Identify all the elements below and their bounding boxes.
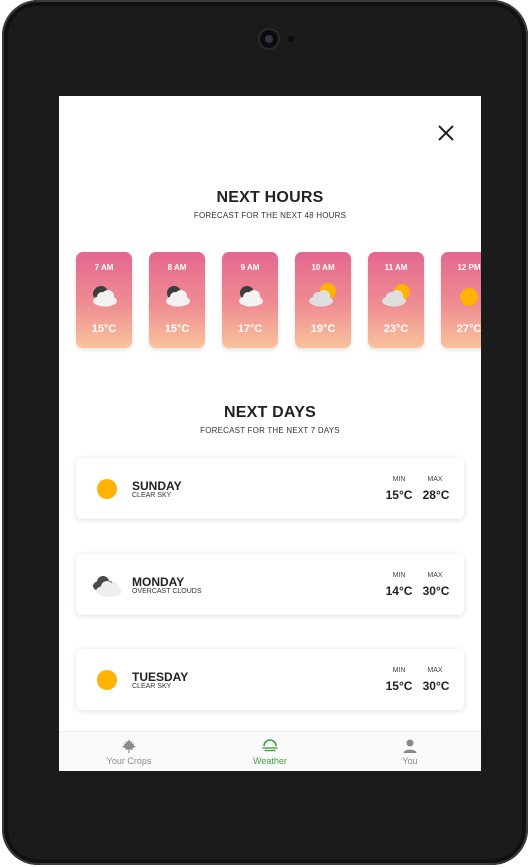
sun-icon — [97, 670, 117, 690]
next-days-title: NEXT DAYS — [224, 404, 316, 421]
next-hours-title: NEXT HOURS — [216, 189, 324, 206]
hour-time: 9 AM — [240, 263, 260, 272]
min-temp: 15°C — [385, 679, 413, 693]
hour-time: 12 PM — [457, 263, 481, 272]
bottom-navigation: Your Crops Weather You — [59, 731, 481, 771]
partly-cloudy-icon — [382, 284, 410, 307]
tablet-frame: NEXT HOURS FORECAST FOR THE NEXT 48 HOUR… — [2, 0, 528, 865]
cloudy-night-icon — [166, 286, 190, 307]
nav-item-you[interactable]: You — [340, 732, 480, 771]
nav-item-your-crops[interactable]: Your Crops — [59, 732, 199, 771]
max-temp: 30°C — [422, 679, 450, 693]
day-card-tuesday[interactable]: TUESDAY CLEAR SKY MIN MAX 15°C 30°C — [76, 649, 464, 710]
hour-temp: 15°C — [164, 323, 190, 335]
min-label: MIN — [392, 476, 406, 483]
hour-card[interactable]: 10 AM 19°C — [295, 252, 351, 348]
hour-card[interactable]: 12 PM 27°C — [441, 252, 481, 348]
max-temp: 28°C — [422, 488, 450, 502]
partly-cloudy-icon — [309, 283, 336, 307]
app-screen: NEXT HOURS FORECAST FOR THE NEXT 48 HOUR… — [59, 96, 481, 771]
sensor-dot — [288, 36, 294, 42]
hour-time: 7 AM — [94, 263, 114, 272]
cloudy-night-icon — [239, 286, 263, 307]
nav-label: You — [402, 756, 418, 766]
hour-card[interactable]: 8 AM 15°C — [149, 252, 205, 348]
hour-card[interactable]: 11 AM 23°C — [368, 252, 424, 348]
hour-time: 11 AM — [384, 263, 408, 272]
max-label: MAX — [427, 572, 443, 579]
nav-label: Your Crops — [106, 756, 152, 766]
cloudy-night-icon — [92, 286, 117, 307]
max-label: MAX — [427, 667, 443, 674]
day-card-monday[interactable]: MONDAY OVERCAST CLOUDS MIN MAX 14°C 30°C — [76, 554, 464, 615]
next-days-subtitle: FORECAST FOR THE NEXT 7 DAYS — [200, 426, 340, 435]
day-name: TUESDAY — [132, 670, 189, 684]
next-hours-subtitle: FORECAST FOR THE NEXT 48 HOURS — [193, 211, 347, 220]
min-temp: 14°C — [385, 584, 413, 598]
hour-temp: 17°C — [237, 323, 263, 335]
hour-temp: 27°C — [456, 323, 481, 335]
close-icon[interactable] — [435, 122, 457, 144]
sun-icon — [97, 479, 117, 499]
hour-temp: 15°C — [91, 323, 117, 335]
min-label: MIN — [392, 667, 406, 674]
hour-card[interactable]: 9 AM 17°C — [222, 252, 278, 348]
day-description: CLEAR SKY — [132, 492, 172, 499]
day-name: MONDAY — [132, 575, 185, 589]
person-icon — [403, 739, 417, 753]
hour-time: 10 AM — [311, 263, 335, 272]
day-description: CLEAR SKY — [132, 683, 172, 690]
overcast-clouds-icon — [93, 576, 122, 597]
sun-icon — [460, 288, 478, 306]
day-card-sunday[interactable]: SUNDAY CLEAR SKY MIN MAX 15°C 28°C — [76, 458, 464, 519]
maple-leaf-icon — [122, 739, 136, 753]
nav-label: Weather — [253, 756, 287, 766]
hour-temp: 19°C — [310, 323, 336, 335]
nav-item-weather[interactable]: Weather — [200, 732, 340, 771]
hour-temp: 23°C — [383, 323, 409, 335]
max-label: MAX — [427, 476, 443, 483]
hour-time: 8 AM — [167, 263, 187, 272]
max-temp: 30°C — [422, 584, 450, 598]
day-description: OVERCAST CLOUDS — [132, 588, 202, 595]
weather-icon — [262, 739, 278, 752]
min-label: MIN — [392, 572, 406, 579]
camera-icon — [260, 30, 278, 48]
hour-card[interactable]: 7 AM 15°C — [76, 252, 132, 348]
hourly-forecast-row[interactable]: 7 AM 15°C 8 AM 15°C 9 AM 17°C 10 AM 19°C… — [76, 252, 481, 352]
day-name: SUNDAY — [132, 479, 182, 493]
min-temp: 15°C — [385, 488, 413, 502]
